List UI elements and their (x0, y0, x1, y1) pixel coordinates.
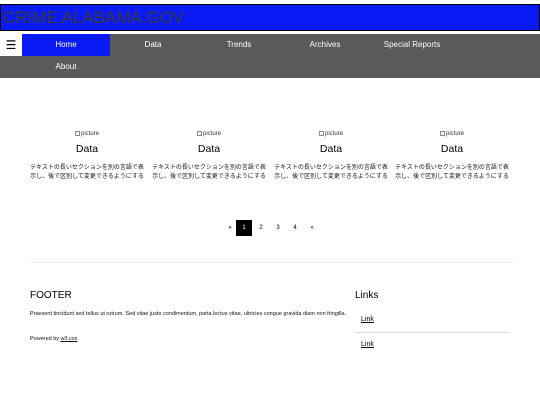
footer-text: Praesent tincidunt sed tellus ut rutrum.… (30, 311, 347, 317)
links-title: Links (355, 290, 379, 301)
card-image-alt: picture (445, 131, 464, 137)
broken-image-icon (439, 130, 445, 136)
card-image: picture (394, 130, 510, 138)
nav-special-reports[interactable]: Special Reports (368, 34, 456, 56)
pagination-page-2[interactable]: 2 (253, 220, 269, 236)
card-image: picture (273, 130, 389, 138)
card-title: Data (319, 143, 343, 155)
pagination-next[interactable]: » (304, 220, 320, 236)
powered-by-label: Powered by (30, 336, 61, 342)
card-title: Data (197, 143, 221, 155)
nav-home[interactable]: Home (22, 34, 110, 56)
card-image-alt: picture (324, 131, 343, 137)
site-header: CRIME ALABAMA.GOV (0, 4, 540, 31)
card-image: picture (29, 130, 145, 138)
nav-archives[interactable]: Archives (282, 34, 368, 56)
pagination-page-1[interactable]: 1 (236, 220, 252, 236)
card-image: picture (151, 130, 267, 138)
w3css-link[interactable]: w3.css (61, 336, 78, 342)
card-image-alt: picture (80, 131, 99, 137)
footer-link[interactable]: Link (361, 316, 374, 323)
navbar: ☰ Home Data Trends Archives Special Repo… (0, 34, 540, 78)
broken-image-icon (318, 130, 324, 136)
footer-link[interactable]: Link (361, 341, 374, 348)
link-divider (355, 332, 510, 333)
powered-by: Powered by w3.css (30, 335, 77, 344)
card: picture Data テキストの長いセクションを別の言語で表示し、後で区別し… (394, 130, 510, 182)
card: picture Data テキストの長いセクションを別の言語で表示し、後で区別し… (273, 130, 389, 182)
card-text: テキストの長いセクションを別の言語で表示し、後で区別して変更できるようにする (152, 165, 266, 180)
hamburger-menu-icon[interactable]: ☰ (0, 34, 22, 56)
card: picture Data テキストの長いセクションを別の言語で表示し、後で区別し… (29, 130, 145, 182)
nav-data[interactable]: Data (110, 34, 196, 56)
pagination-page-4[interactable]: 4 (287, 220, 303, 236)
card-text: テキストの長いセクションを別の言語で表示し、後で区別して変更できるようにする (30, 165, 144, 180)
card: picture Data テキストの長いセクションを別の言語で表示し、後で区別し… (151, 130, 267, 182)
card-title: Data (440, 143, 464, 155)
site-title: CRIME ALABAMA.GOV (3, 8, 185, 27)
divider (30, 262, 514, 263)
footer-title: FOOTER (30, 290, 72, 301)
nav-about[interactable]: About (22, 56, 110, 78)
card-title: Data (75, 143, 99, 155)
card-text: テキストの長いセクションを別の言語で表示し、後で区別して変更できるようにする (274, 165, 388, 180)
nav-trends[interactable]: Trends (196, 34, 282, 56)
broken-image-icon (196, 130, 202, 136)
broken-image-icon (74, 130, 80, 136)
card-text: テキストの長いセクションを別の言語で表示し、後で区別して変更できるようにする (395, 165, 509, 180)
pagination-page-3[interactable]: 3 (270, 220, 286, 236)
card-image-alt: picture (202, 131, 221, 137)
